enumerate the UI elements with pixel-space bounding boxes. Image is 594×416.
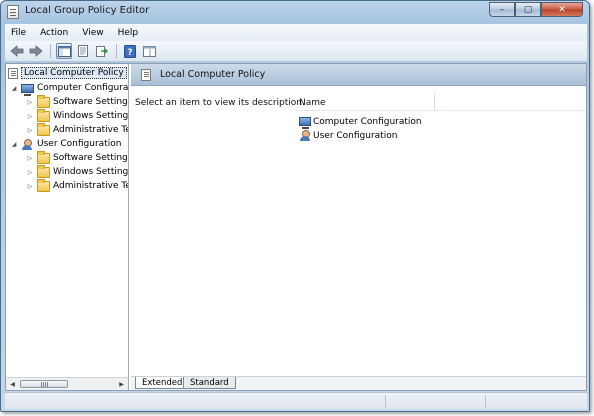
tree-item-label: Windows Setting bbox=[53, 111, 129, 121]
tree-item-label: User Configuration bbox=[37, 139, 122, 149]
status-bar bbox=[5, 392, 587, 409]
toolbar-separator bbox=[116, 44, 117, 58]
menu-action[interactable]: Action bbox=[40, 28, 68, 38]
app-window: Local Group Policy Editor – ▢ ✕ File Act… bbox=[0, 0, 590, 412]
window-title: Local Group Policy Editor bbox=[25, 5, 150, 16]
tree-item-label: Software Settings bbox=[53, 153, 129, 163]
title-bar: Local Group Policy Editor – ▢ ✕ bbox=[1, 1, 589, 23]
folder-icon bbox=[37, 122, 50, 136]
tab-standard[interactable]: Standard bbox=[183, 377, 236, 389]
scroll-left-icon[interactable]: ◀ bbox=[7, 379, 18, 389]
tree-item-local-computer-policy[interactable]: Local Computer Policy bbox=[8, 66, 127, 80]
properties-icon[interactable] bbox=[75, 43, 91, 59]
tree-item-label: Computer Configura bbox=[37, 83, 129, 93]
client-area: Local Computer Policy ◢ Computer Configu… bbox=[5, 63, 587, 391]
expand-arrow-icon[interactable]: ▷ bbox=[26, 183, 34, 190]
svg-text:?: ? bbox=[127, 48, 132, 58]
forward-arrow-icon[interactable] bbox=[28, 43, 44, 59]
tree-item-user-administrative-templates[interactable]: ▷ Administrative Te bbox=[26, 178, 129, 193]
caption-buttons: – ▢ ✕ bbox=[489, 2, 583, 18]
tree-item-computer-windows-settings[interactable]: ▷ Windows Setting bbox=[26, 108, 129, 123]
expand-arrow-icon[interactable]: ▷ bbox=[26, 127, 34, 134]
status-divider bbox=[385, 395, 386, 408]
list-item-computer-configuration[interactable]: Computer Configuration bbox=[299, 115, 422, 129]
description-text: Select an item to view its description. bbox=[135, 98, 305, 108]
expand-arrow-icon[interactable]: ▷ bbox=[26, 99, 34, 106]
back-arrow-icon[interactable] bbox=[9, 43, 25, 59]
folder-icon bbox=[37, 108, 50, 122]
toolbar: ? bbox=[5, 41, 587, 62]
view-tabs-bar: Extended Standard bbox=[131, 376, 586, 390]
help-icon[interactable]: ? bbox=[122, 43, 138, 59]
column-header-name[interactable]: Name bbox=[295, 94, 435, 111]
tree-item-label: Administrative Te bbox=[53, 125, 129, 135]
menu-view[interactable]: View bbox=[82, 28, 103, 38]
details-header: Local Computer Policy bbox=[131, 64, 586, 86]
tree-horizontal-scrollbar[interactable]: ◀ ▶ bbox=[6, 377, 128, 390]
tree-item-label: Administrative Te bbox=[53, 181, 129, 191]
tree-item-label: Local Computer Policy bbox=[21, 67, 127, 79]
policy-document-icon bbox=[8, 67, 18, 79]
menu-help[interactable]: Help bbox=[118, 28, 139, 38]
details-header-title: Local Computer Policy bbox=[160, 69, 266, 80]
folder-icon bbox=[37, 178, 50, 192]
tree-item-label: Software Settings bbox=[53, 97, 129, 107]
collapse-arrow-icon[interactable]: ◢ bbox=[10, 141, 18, 148]
folder-icon bbox=[37, 164, 50, 178]
expand-arrow-icon[interactable]: ▷ bbox=[26, 113, 34, 120]
toolbar-separator bbox=[50, 44, 51, 58]
list-item-user-configuration[interactable]: User Configuration bbox=[299, 129, 397, 142]
policy-document-icon bbox=[141, 68, 151, 81]
scroll-right-icon[interactable]: ▶ bbox=[116, 379, 127, 389]
tab-extended[interactable]: Extended bbox=[135, 377, 190, 389]
expand-arrow-icon[interactable]: ▷ bbox=[26, 169, 34, 176]
tree-item-computer-configuration[interactable]: ◢ Computer Configura bbox=[10, 81, 129, 96]
tree-item-user-software-settings[interactable]: ▷ Software Settings bbox=[26, 150, 129, 165]
maximize-button[interactable]: ▢ bbox=[515, 2, 541, 17]
list-item-label: User Configuration bbox=[313, 130, 398, 141]
user-icon bbox=[299, 130, 311, 141]
menu-file[interactable]: File bbox=[11, 28, 26, 38]
show-hide-tree-icon[interactable] bbox=[56, 43, 72, 59]
minimize-button[interactable]: – bbox=[489, 2, 515, 17]
user-icon bbox=[21, 138, 34, 150]
extended-view-icon[interactable] bbox=[141, 43, 157, 59]
menu-bar: File Action View Help bbox=[5, 24, 587, 41]
collapse-arrow-icon[interactable]: ◢ bbox=[10, 85, 18, 92]
export-list-icon[interactable] bbox=[94, 43, 110, 59]
policy-editor-icon bbox=[7, 5, 19, 19]
tree-item-label: Windows Setting bbox=[53, 167, 129, 177]
tree-item-computer-administrative-templates[interactable]: ▷ Administrative Te bbox=[26, 122, 129, 137]
computer-icon bbox=[299, 117, 311, 129]
scrollbar-grip-icon bbox=[41, 382, 49, 387]
folder-icon bbox=[37, 150, 50, 164]
details-pane: Local Computer Policy Select an item to … bbox=[131, 64, 586, 390]
status-divider bbox=[485, 395, 486, 408]
computer-icon bbox=[21, 83, 34, 96]
console-tree: Local Computer Policy ◢ Computer Configu… bbox=[6, 64, 129, 390]
scrollbar-thumb[interactable] bbox=[20, 380, 68, 388]
tree-item-user-configuration[interactable]: ◢ User Configuration bbox=[10, 137, 121, 151]
tree-item-computer-software-settings[interactable]: ▷ Software Settings bbox=[26, 94, 129, 109]
folder-icon bbox=[37, 94, 50, 108]
expand-arrow-icon[interactable]: ▷ bbox=[26, 155, 34, 162]
tree-item-user-windows-settings[interactable]: ▷ Windows Setting bbox=[26, 164, 129, 179]
list-item-label: Computer Configuration bbox=[313, 116, 422, 127]
close-button[interactable]: ✕ bbox=[541, 2, 583, 17]
